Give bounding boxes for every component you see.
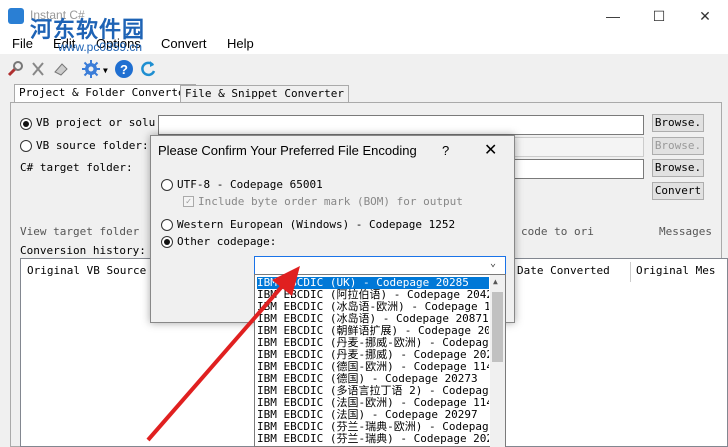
chevron-down-icon[interactable]: ⌄ [490,258,496,269]
col-date-converted[interactable]: Date Converted [517,264,610,277]
western-label: Western European (Windows) - Codepage 12… [177,218,456,231]
gear-dropdown-icon[interactable]: ▼ [103,66,108,75]
watermark-url: www.pc0359.cn [58,40,143,54]
browse-button-3[interactable]: Browse. [652,159,704,177]
vb-project-radio[interactable] [20,118,32,130]
dialog-help-button[interactable]: ? [442,143,449,158]
toolbar [0,54,728,82]
bom-label: Include byte order mark (BOM) for output [198,195,463,208]
annotation-arrow-icon [146,266,300,442]
vb-source-radio[interactable] [20,140,32,152]
help-icon[interactable]: ? [113,58,135,80]
tab-file-snippet[interactable]: File & Snippet Converter [180,85,349,103]
bom-checkbox[interactable]: ✓ [183,196,194,207]
col-original-vb[interactable]: Original VB Source [27,264,146,277]
western-radio[interactable] [161,219,173,231]
vb-project-label: VB project or solu [36,116,156,129]
column-divider [630,262,631,282]
utf8-radio[interactable] [161,179,173,191]
dialog-title: Please Confirm Your Preferred File Encod… [158,143,417,158]
code-to-ori-link[interactable]: code to ori [521,225,594,238]
eraser-icon[interactable] [50,58,72,80]
minimize-button[interactable]: — [590,0,636,32]
wrench-icon[interactable] [4,58,26,80]
cut-icon[interactable] [27,58,49,80]
menu-convert[interactable]: Convert [161,36,207,51]
other-codepage-label: Other codepage: [177,235,277,248]
view-target-folder-link[interactable]: View target folder [20,225,139,238]
utf8-label: UTF-8 - Codepage 65001 [177,178,323,191]
vb-project-input[interactable] [158,115,644,135]
messages-link[interactable]: Messages [659,225,712,238]
close-button[interactable]: ✕ [682,0,728,32]
menu-help[interactable]: Help [227,36,254,51]
browse-button-2[interactable]: Browse. [652,137,704,155]
conversion-history-label: Conversion history: [20,244,146,257]
other-codepage-radio[interactable] [161,236,173,248]
cs-target-label: C# target folder: [20,161,133,174]
dialog-close-button[interactable]: ✕ [484,140,497,160]
svg-text:?: ? [120,62,128,77]
scroll-up-icon[interactable]: ▲ [493,277,498,286]
vb-source-label: VB source folder: [36,139,149,152]
gear-icon[interactable] [80,58,102,80]
scrollbar-thumb[interactable] [492,292,503,362]
tab-project-folder[interactable]: Project & Folder Converter [14,84,197,103]
maximize-button[interactable]: ☐ [636,0,682,32]
convert-button[interactable]: Convert [652,182,704,200]
col-original-messages[interactable]: Original Mes [636,264,715,277]
refresh-icon[interactable] [137,58,159,80]
app-icon [8,8,24,24]
browse-button-1[interactable]: Browse. [652,114,704,132]
